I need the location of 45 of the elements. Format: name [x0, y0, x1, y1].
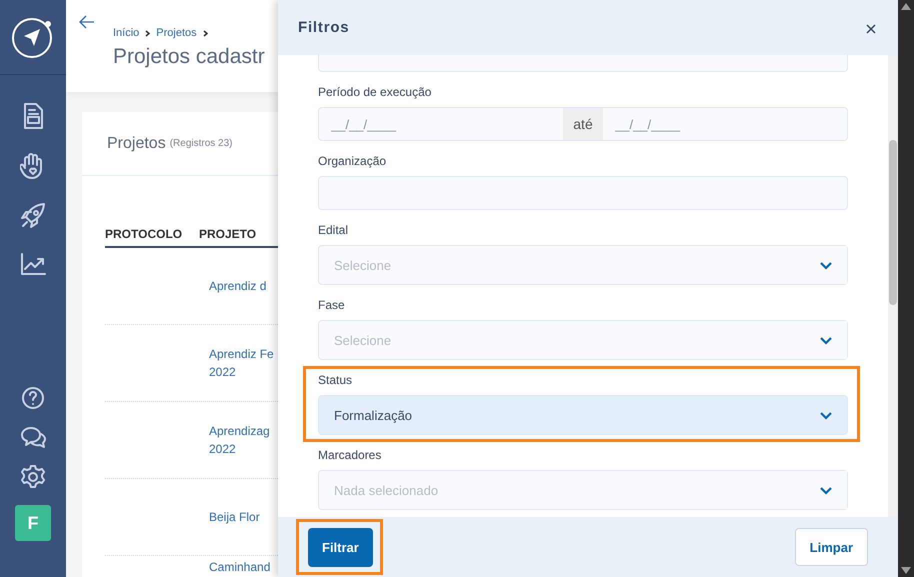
logo-icon[interactable]	[11, 15, 55, 59]
range-separator: até	[563, 108, 603, 140]
column-header[interactable]: PROJETO	[199, 227, 278, 241]
chevron-right-icon	[145, 30, 150, 36]
project-link[interactable]: Beija Flor	[209, 508, 260, 526]
date-input[interactable]: __/__/____	[319, 108, 563, 140]
field-label: Organização	[318, 154, 388, 169]
filter-button[interactable]: Filtrar	[308, 528, 373, 566]
field-label: Edital	[318, 223, 350, 238]
field-label: Status	[318, 373, 354, 388]
date-input[interactable]: __/__/____	[603, 108, 847, 140]
page-title: Projetos cadastr	[113, 45, 266, 69]
project-link[interactable]: Caminhand	[209, 558, 270, 576]
project-link[interactable]: Aprendizag 2022	[209, 422, 270, 458]
chevron-down-icon	[818, 410, 832, 420]
clear-button[interactable]: Limpar	[794, 528, 868, 566]
select-field[interactable]	[318, 55, 848, 72]
chevron-right-icon	[202, 30, 208, 36]
rocket-icon[interactable]	[19, 202, 47, 230]
close-icon	[866, 24, 876, 34]
document-icon[interactable]	[21, 102, 45, 130]
chat-icon[interactable]	[19, 425, 47, 449]
card-title: Projetos	[107, 134, 166, 152]
scroll-up-icon[interactable]	[901, 3, 911, 10]
field-label: Período de execução	[318, 85, 432, 100]
project-link[interactable]: Aprendiz Fe 2022	[209, 345, 274, 381]
chevron-down-icon	[818, 486, 832, 494]
help-icon[interactable]	[21, 386, 45, 410]
column-header[interactable]: PROTOCOLO	[105, 227, 199, 241]
select-field[interactable]: Formalização	[318, 395, 848, 435]
scrollbar[interactable]	[888, 55, 898, 517]
date-range-field[interactable]: __/__/____ até __/__/____	[318, 107, 848, 141]
project-link[interactable]: Aprendiz d	[209, 277, 266, 295]
scroll-down-icon[interactable]	[901, 567, 911, 574]
record-count: (Registros 23)	[170, 138, 233, 149]
chart-icon[interactable]	[19, 252, 47, 276]
field-label: Fase	[318, 298, 346, 313]
field-label: Marcadores	[318, 448, 382, 463]
chevron-down-icon	[818, 260, 832, 270]
breadcrumb-link[interactable]: Início	[113, 27, 140, 39]
chevron-down-icon	[818, 336, 832, 344]
breadcrumb-link[interactable]: Projetos	[156, 27, 197, 39]
settings-icon[interactable]	[20, 464, 46, 490]
input-field[interactable]	[318, 176, 848, 210]
drawer-title: Filtros	[298, 19, 350, 36]
